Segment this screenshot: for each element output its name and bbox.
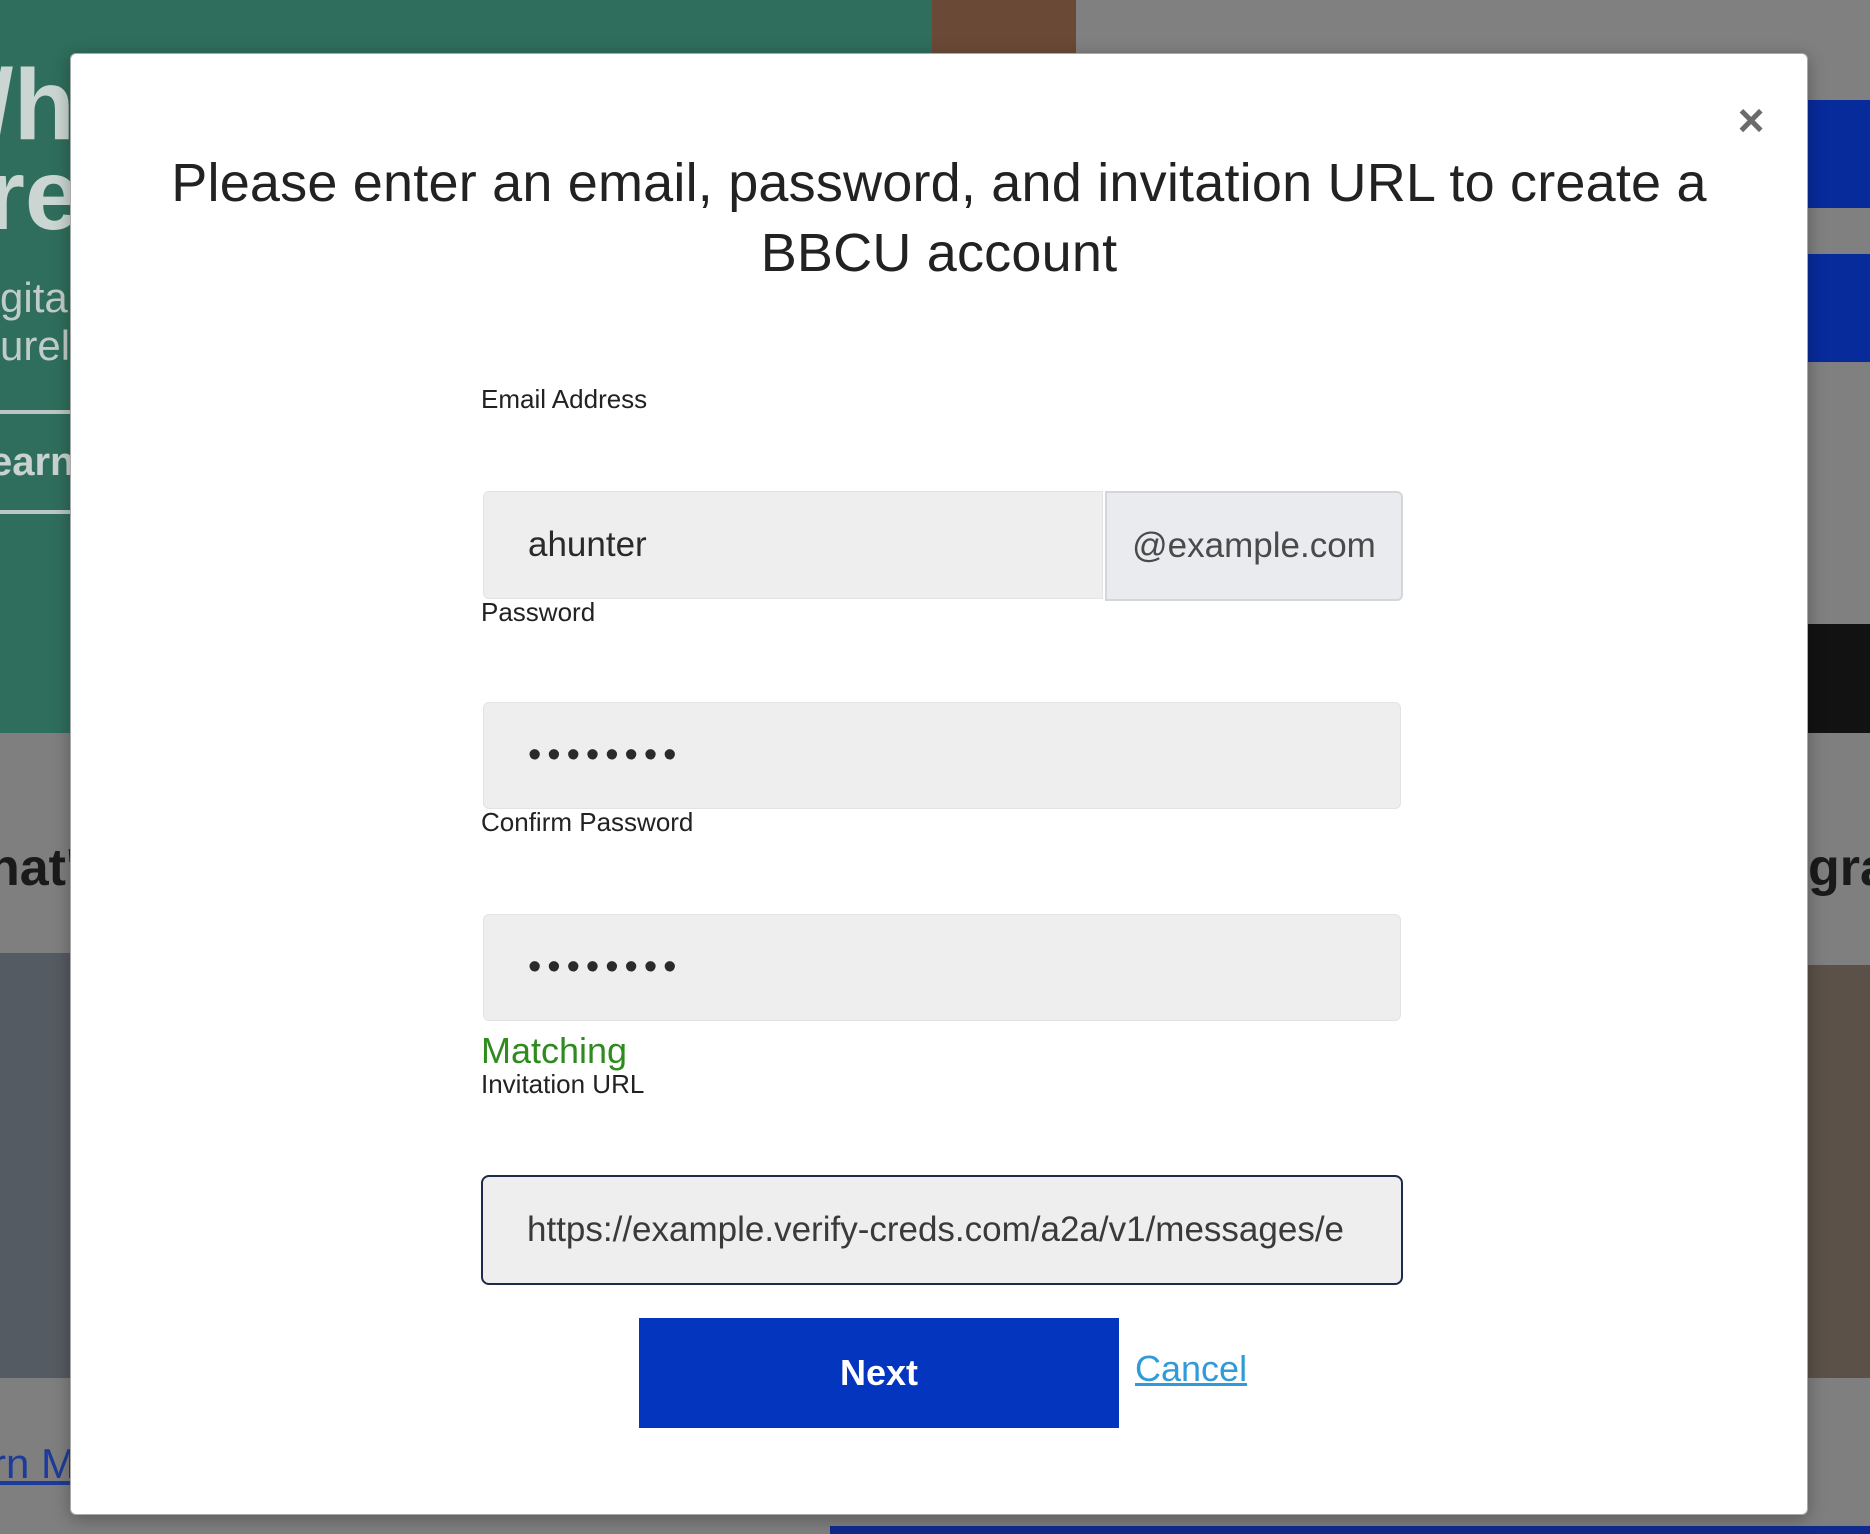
email-label: Email Address [481, 384, 648, 414]
email-domain-suffix: @example.com [1105, 491, 1403, 601]
email-field[interactable] [483, 491, 1103, 599]
password-match-status: Matching [481, 1030, 628, 1071]
password-field[interactable] [483, 702, 1401, 809]
modal-actions: Next Cancel [639, 1318, 1339, 1428]
invitation-url-label: Invitation URL [481, 1069, 645, 1099]
modal-title: Please enter an email, password, and inv… [171, 153, 1707, 283]
next-button[interactable]: Next [639, 1318, 1119, 1428]
create-account-modal: × Please enter an email, password, and i… [70, 53, 1808, 1515]
invitation-url-field[interactable] [481, 1175, 1403, 1285]
password-label: Password [481, 597, 596, 627]
confirm-password-label: Confirm Password [481, 807, 694, 837]
confirm-password-field[interactable] [483, 914, 1401, 1021]
cancel-link[interactable]: Cancel [1135, 1348, 1247, 1390]
close-icon[interactable]: × [1731, 97, 1771, 143]
